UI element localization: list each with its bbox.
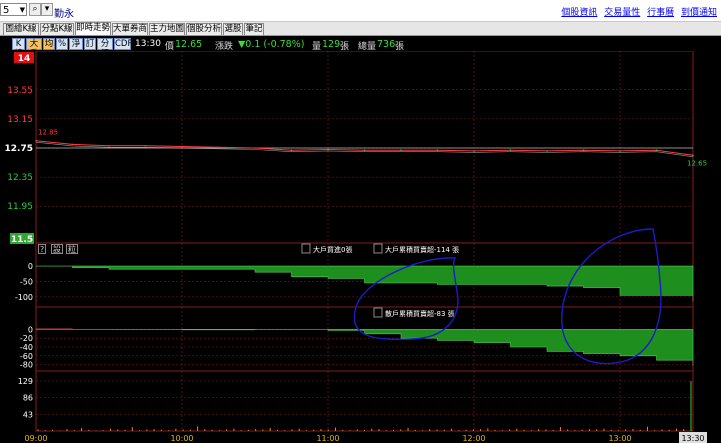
price-point	[290, 149, 293, 151]
price-point	[655, 149, 658, 151]
x-tick-label: 13:30	[681, 434, 704, 443]
price-tick-label: 13.55	[7, 86, 33, 96]
help-icon	[373, 307, 383, 318]
price-point	[400, 149, 402, 151]
help-icon	[373, 243, 383, 254]
stock-name: 勤永	[54, 9, 74, 20]
retail-net-title: 散戶累積買賣超-83 張	[385, 309, 455, 318]
top-links: 個股資訊 交易量性 行事曆 到價通知	[557, 5, 717, 18]
big-players-buy-title: 大戶買進0張	[313, 245, 352, 254]
price-point	[108, 145, 110, 147]
big-player-button[interactable]: 大戶	[26, 38, 42, 59]
price-point	[692, 154, 694, 157]
price-point	[327, 148, 329, 151]
price-point	[619, 150, 621, 152]
price-point	[71, 143, 74, 146]
x-tick-label: 13:00	[608, 434, 631, 443]
big-players-tick-label: -50	[20, 277, 33, 286]
average-button[interactable]: 均	[43, 38, 55, 50]
retail-tick-label: -60	[20, 352, 33, 361]
tab-tick-k[interactable]: 分點K線	[40, 23, 74, 35]
order-button[interactable]: 訂	[84, 38, 96, 50]
retail-tick-label: -40	[20, 343, 33, 352]
chart-toolbar: K線 大戶 均 % 淨 訂 分價 CDP 13:30 價 12.65 漲跌 ▼0…	[0, 37, 721, 59]
big-players-tick-label: -100	[15, 293, 33, 302]
price-point	[35, 139, 37, 142]
price-point	[217, 146, 220, 149]
price-point	[546, 150, 548, 152]
price-tick-label: 11.95	[7, 202, 33, 212]
price-point	[436, 149, 439, 151]
panel-help-button[interactable]: ?	[38, 244, 47, 254]
price-distribution-button[interactable]: 分價	[97, 38, 113, 59]
net-button[interactable]: 淨	[69, 38, 83, 50]
tab-k-line[interactable]: 圖繪K線	[3, 23, 39, 35]
link-stock-info[interactable]: 個股資訊	[561, 8, 597, 18]
price-point	[582, 149, 585, 151]
retail-tick-label: 0	[28, 325, 33, 334]
change-value: ▼0.1 (-0.78%)	[238, 39, 305, 50]
x-tick-label: 11:00	[316, 434, 339, 443]
price-tick-label: 12.75	[5, 144, 33, 154]
tab-bar: 圖繪K線 分點K線 即時走勢 大單券商 主力地圖 個股分析 選股 筆記	[0, 22, 721, 36]
price-tick-label: 12.35	[7, 173, 33, 183]
big-players-net-area	[35, 265, 694, 302]
big-players-net-title: 大戶累積買賣超-114 張	[385, 245, 459, 254]
total-volume-value: 736	[377, 39, 396, 50]
intraday-chart: 14 13.55 13.15 12.75 12.35 11.95 11.5 12.85 12.6…	[5, 51, 707, 443]
panel-settings-button[interactable]: 設	[51, 244, 63, 254]
open-price-label: 12.85	[38, 129, 58, 137]
volume-tick-label: 86	[23, 394, 33, 403]
big-players-tick-label: 0	[28, 262, 33, 271]
volume-panel-frame	[35, 370, 694, 432]
price-tick-label: 13.15	[7, 115, 33, 125]
stock-code-value: 5	[3, 5, 10, 16]
top-bar: 5 ▼ ⌕ ▾ 勤永 個股資訊 交易量性 行事曆 到價通知	[0, 0, 721, 22]
price-point	[144, 145, 147, 147]
stock-code-select[interactable]: 5 ▼	[0, 3, 27, 16]
x-tick-label: 12:00	[462, 434, 485, 443]
last-price-label: 12.65	[687, 159, 707, 167]
price-point	[509, 149, 512, 151]
volume-value: 129	[322, 39, 341, 50]
x-tick-label: 10:00	[170, 434, 193, 443]
retail-tick-label: -80	[20, 361, 33, 370]
retail-positive-bar	[36, 328, 73, 330]
retail-tick-label: -20	[20, 334, 33, 343]
search-icon[interactable]: ⌕	[29, 3, 41, 16]
tab-intraday[interactable]: 即時走勢	[75, 22, 111, 35]
volume-tick-label: 43	[23, 410, 33, 419]
x-tick-label: 09:00	[24, 434, 47, 443]
price-point	[181, 145, 183, 148]
volume-tick-label: 129	[18, 377, 33, 386]
price-value: 12.65	[175, 39, 203, 50]
link-price-alert[interactable]: 到價通知	[681, 8, 717, 18]
price-tick-label: 14	[18, 54, 31, 64]
chevron-down-icon: ▼	[19, 6, 25, 14]
panel-granularity-button[interactable]: 粒	[66, 244, 78, 254]
tab-notes[interactable]: 筆記	[244, 23, 264, 35]
tab-stock-pick[interactable]: 選股	[223, 23, 243, 35]
link-trade-volume[interactable]: 交易量性	[604, 8, 640, 18]
tab-stock-analysis[interactable]: 個股分析	[186, 23, 222, 35]
price-point	[473, 150, 475, 152]
cdp-button[interactable]: CDP	[114, 38, 133, 50]
tab-big-orders[interactable]: 大單券商	[112, 23, 148, 35]
k-line-button[interactable]: K線	[12, 38, 25, 59]
percent-button[interactable]: %	[56, 38, 68, 50]
chevron-down-icon[interactable]: ▾	[41, 3, 53, 16]
help-icon	[301, 243, 311, 254]
price-point	[363, 149, 366, 151]
current-time: 13:30	[135, 39, 161, 49]
price-point	[254, 147, 256, 149]
link-calendar[interactable]: 行事曆	[647, 8, 674, 18]
tab-main-force-map[interactable]: 主力地圖	[149, 23, 185, 35]
price-tick-label: 11.5	[11, 235, 33, 245]
